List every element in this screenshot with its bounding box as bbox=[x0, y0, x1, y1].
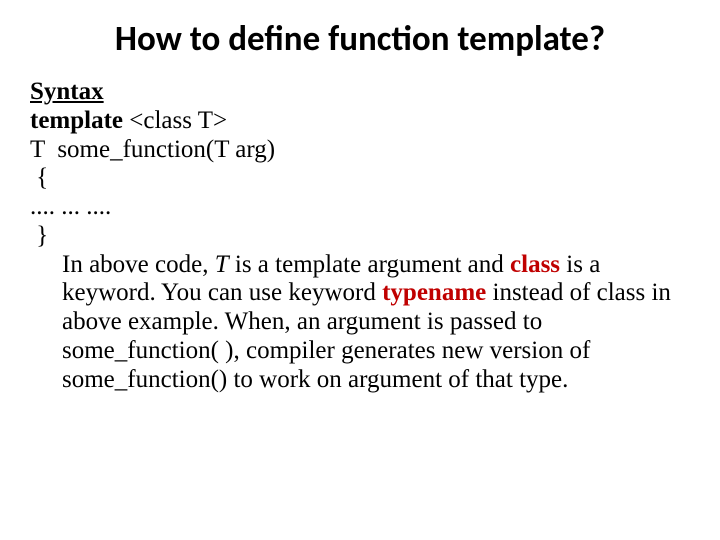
keyword-class: class bbox=[510, 251, 560, 278]
syntax-heading: Syntax bbox=[30, 78, 690, 107]
code-line-3: { bbox=[30, 164, 690, 193]
slide: How to define function template? Syntax … bbox=[0, 0, 720, 540]
code-line-4: .... ... .... bbox=[30, 193, 690, 222]
para-text-2: is a template argument and bbox=[229, 251, 510, 278]
code-line-2: T some_function(T arg) bbox=[30, 136, 690, 165]
slide-title: How to define function template? bbox=[30, 18, 690, 60]
para-T: T bbox=[215, 251, 229, 278]
code-template-param: <class T> bbox=[129, 107, 227, 134]
keyword-typename: typename bbox=[382, 279, 486, 306]
explanation-paragraph: In above code, T is a template argument … bbox=[30, 251, 690, 395]
code-line-5: } bbox=[30, 222, 690, 251]
code-line-1: template <class T> bbox=[30, 107, 690, 136]
code-template-kw: template bbox=[30, 107, 129, 134]
slide-body: Syntax template <class T> T some_functio… bbox=[30, 78, 690, 394]
para-text-1: In above code, bbox=[62, 251, 215, 278]
